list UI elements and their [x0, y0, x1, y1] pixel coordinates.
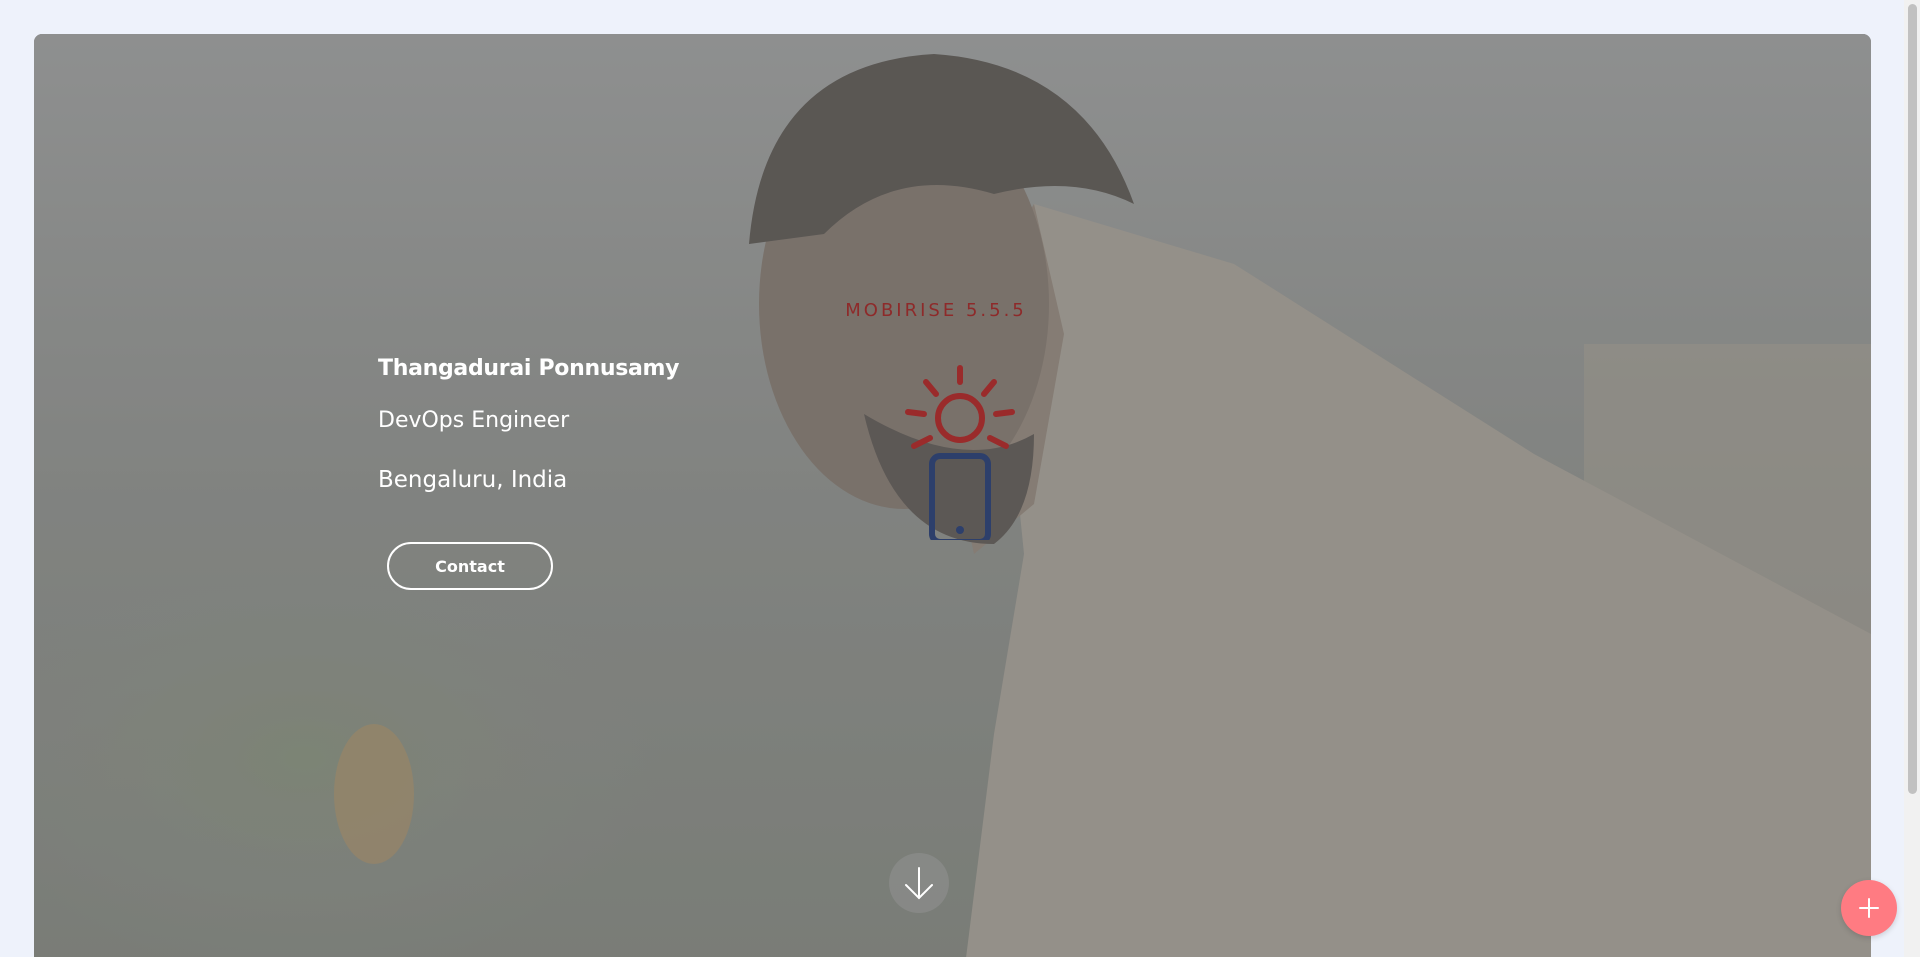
- page: Thangadurai Ponnusamy DevOps Engineer Be…: [0, 0, 1920, 957]
- hero-text-block: Thangadurai Ponnusamy DevOps Engineer Be…: [378, 356, 680, 493]
- hero-location: Bengaluru, India: [378, 467, 568, 493]
- plus-icon: [1859, 898, 1879, 918]
- sun-phone-icon: [905, 365, 1015, 540]
- add-fab-button[interactable]: [1841, 880, 1897, 936]
- scroll-down-button[interactable]: [889, 853, 949, 913]
- hero-name: Thangadurai Ponnusamy: [378, 356, 680, 381]
- scrollbar-thumb[interactable]: [1908, 4, 1917, 794]
- hero-role: DevOps Engineer: [378, 408, 570, 433]
- contact-button[interactable]: Contact: [387, 542, 553, 590]
- mobirise-badge: MOBIRISE 5.5.5: [836, 300, 1036, 540]
- arrow-down-icon: [905, 867, 933, 900]
